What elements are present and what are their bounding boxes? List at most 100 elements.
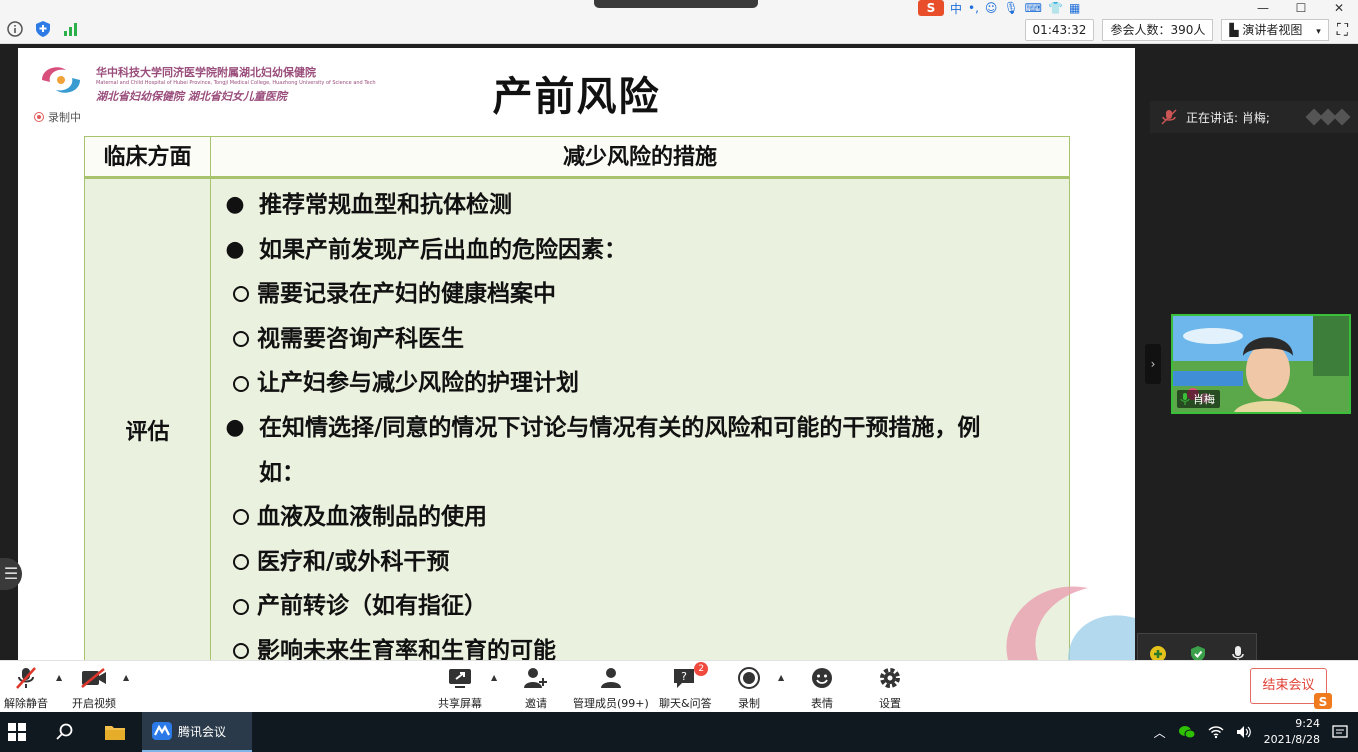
circle-bullet-icon [233,554,249,571]
ime-punctuation-icon[interactable]: •, [968,1,979,15]
wifi-icon[interactable] [1208,725,1224,739]
sogou-tray-icon[interactable]: S [1314,693,1332,709]
share-options-caret-icon[interactable]: ▲ [491,673,497,682]
ime-skin-icon[interactable]: 👕 [1048,1,1063,15]
meeting-timer: 01:43:32 [1024,19,1095,41]
ime-toolbar[interactable]: S 中 •, ☺ 🎙 ⌨ 👕 ▦ [918,0,1080,16]
network-signal-icon[interactable] [62,20,80,38]
circle-bullet-icon [233,375,249,392]
ime-mode[interactable]: 中 [950,0,962,17]
unmute-button[interactable]: 解除静音 [4,665,48,711]
view-mode-label: 演讲者视图 [1242,23,1303,37]
security-shield-icon[interactable] [34,20,52,38]
invite-button[interactable]: 邀请 [523,665,549,711]
list-item: ● 在知情选择/同意的情况下讨论与情况有关的风险和可能的干预措施，例 [211,406,1069,451]
table-row: 评估 ● 推荐常规血型和抗体检测 ● 如果产前发现产后出血的危险因素： 需要记录在产… [85,179,1069,660]
circle-bullet-icon [233,643,249,660]
list-item: 血液及血液制品的使用 [211,495,1069,540]
chat-icon: ? 2 [672,662,709,691]
taskbar-tray: ︿ 9:24 2021/8/28 [1154,712,1348,752]
top-right-controls: 01:43:32 参会人数：390人 ▙ 演讲者视图 ▾ ⛶ [1024,19,1348,41]
ime-tools-icon[interactable]: ▦ [1069,1,1080,15]
chat-qa-button[interactable]: ? 2 聊天&问答 [659,662,712,711]
participant-count[interactable]: 参会人数：390人 [1102,19,1214,41]
share-screen-icon [447,665,473,691]
windows-start-icon[interactable] [8,723,26,741]
list-item: ● 如果产前发现产后出血的危险因素： [211,228,1069,273]
meeting-status-icons [6,20,80,38]
meeting-toolbar: 解除静音 ▲ 开启视频 ▲ 共享屏幕 ▲ 邀请 管理成员(99+) ? 2 聊天… [0,660,1358,712]
chevron-down-icon: ▾ [1316,27,1321,37]
info-icon[interactable] [6,20,24,38]
view-mode-dropdown[interactable]: ▙ 演讲者视图 ▾ [1221,19,1329,41]
measures-cell: ● 推荐常规血型和抗体检测 ● 如果产前发现产后出血的危险因素： 需要记录在产妇的健… [211,179,1069,660]
notification-icon[interactable] [1332,724,1348,740]
video-options-caret-icon[interactable]: ▲ [123,673,129,682]
chat-unread-badge: 2 [694,662,709,676]
circle-bullet-icon [233,331,249,348]
recording-dot-icon [34,112,44,122]
circle-bullet-icon [233,509,249,526]
minimize-button[interactable]: — [1244,0,1282,16]
taskbar-tencent-meeting[interactable]: 腾讯会议 [142,712,252,752]
bullet-icon: ● [225,236,245,262]
wechat-icon[interactable] [1178,724,1196,740]
list-item: 医疗和/或外科干预 [211,540,1069,585]
record-options-caret-icon[interactable]: ▲ [778,673,784,682]
list-item: 影响未来生育率和生育的可能 [211,629,1069,660]
ime-voice-icon[interactable]: 🎙 [1003,1,1018,15]
volume-icon[interactable] [1236,725,1252,739]
svg-text:S: S [1319,695,1328,709]
circle-bullet-icon [233,598,249,615]
sogou-logo-icon[interactable]: S [918,0,944,16]
window-controls: — ☐ ✕ [1244,0,1358,16]
video-tile-xiaomei[interactable]: 肖梅 [1171,314,1351,414]
list-item: ● 推荐常规血型和抗体检测 [211,183,1069,228]
search-icon[interactable] [56,723,74,741]
share-screen-button[interactable]: 共享屏幕 [438,665,482,711]
ime-keyboard-icon[interactable]: ⌨ [1025,1,1042,15]
risk-table: 临床方面 减少风险的措施 评估 ● 推荐常规血型和抗体检测 ● 如果产前发现产后出血… [84,136,1070,660]
bullet-icon: ● [225,192,245,217]
clock-time: 9:24 [1295,717,1320,730]
close-button[interactable]: ✕ [1320,0,1358,16]
microphone-muted-icon [14,665,38,691]
recording-label: 录制中 [48,111,81,124]
collapse-panel-button[interactable]: › [1145,344,1161,384]
bullet-icon: ● [225,414,245,440]
list-item: 视需要咨询产科医生 [211,317,1069,362]
list-item-continuation: 如： [259,459,305,486]
reactions-button[interactable]: 表情 [810,665,834,711]
decorative-swirl-icon [1006,586,1135,660]
audio-wave-icon [1305,108,1351,126]
settings-button[interactable]: 设置 [878,665,902,711]
circle-bullet-icon [233,286,249,303]
file-explorer-icon[interactable] [104,722,126,742]
add-user-icon [523,665,549,691]
ime-emoji-icon[interactable]: ☺ [985,1,998,15]
audio-options-caret-icon[interactable]: ▲ [56,673,62,682]
svg-text:?: ? [681,670,687,683]
camera-off-icon [80,665,108,691]
start-video-button[interactable]: 开启视频 [72,665,116,711]
list-item: 让产妇参与减少风险的护理计划 [211,361,1069,406]
chevron-up-icon[interactable]: ︿ [1154,724,1166,741]
active-speaker-bar: 正在讲话: 肖梅; [1150,101,1358,133]
col-clinical-aspect: 临床方面 [85,137,211,176]
slide-title: 产前风险 [492,74,661,120]
fullscreen-icon[interactable]: ⛶ [1337,20,1348,40]
maximize-button[interactable]: ☐ [1282,0,1320,16]
screen: S 中 •, ☺ 🎙 ⌨ 👕 ▦ — ☐ ✕ 01:43:32 参会人数：390… [0,0,1358,752]
meeting-top-bar: S 中 •, ☺ 🎙 ⌨ 👕 ▦ — ☐ ✕ 01:43:32 参会人数：390… [0,0,1358,44]
microphone-icon [1180,393,1190,405]
gear-icon [878,665,902,691]
table-header: 临床方面 减少风险的措施 [85,137,1069,179]
active-speaker-text: 正在讲话: 肖梅; [1186,110,1270,125]
taskbar-app-label: 腾讯会议 [178,724,227,739]
recording-indicator[interactable]: 录制中 [34,109,81,125]
record-button[interactable]: 录制 [737,665,761,711]
screen-share-banner[interactable] [594,0,758,8]
taskbar-clock[interactable]: 9:24 2021/8/28 [1264,716,1320,748]
manage-members-button[interactable]: 管理成员(99+) [573,665,649,711]
view-mode-icon: ▙ [1229,23,1239,37]
